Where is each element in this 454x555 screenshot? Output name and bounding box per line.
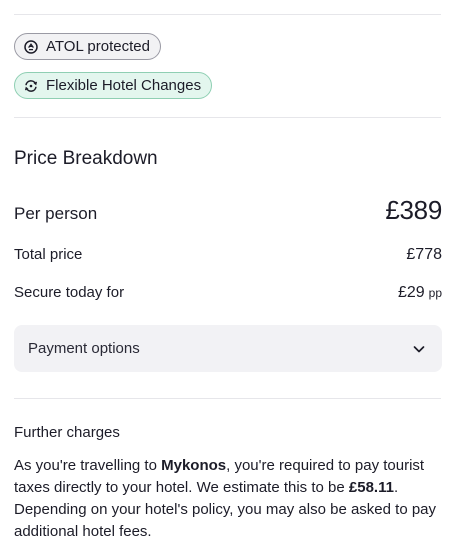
secure-today-suffix: pp: [428, 286, 442, 300]
secure-today-label: Secure today for: [14, 284, 125, 301]
per-person-label: Per person: [14, 204, 98, 223]
further-charges-text: As you're travelling to Mykonos, you're …: [14, 455, 444, 543]
flexible-hotel-badge-label: Flexible Hotel Changes: [46, 77, 202, 94]
price-breakdown-title: Price Breakdown: [14, 148, 158, 169]
chevron-down-icon: [412, 342, 426, 356]
atol-badge-label: ATOL protected: [46, 38, 150, 55]
atol-badge: ATOL protected: [14, 33, 161, 60]
top-divider: [14, 14, 441, 15]
section-divider: [14, 117, 441, 118]
flexible-hotel-badge: Flexible Hotel Changes: [14, 72, 213, 99]
tourist-tax-amount: £58.11: [348, 479, 394, 496]
secure-today-row: Secure today for £29 pp: [14, 284, 442, 302]
further-text-part1: As you're travelling to: [14, 457, 162, 474]
swap-icon: [24, 79, 38, 93]
payment-options-label: Payment options: [28, 340, 140, 357]
destination-name: Mykonos: [161, 457, 227, 474]
payment-options-toggle[interactable]: Payment options: [14, 325, 442, 372]
atol-icon: [24, 39, 38, 54]
total-price-row: Total price £778: [14, 246, 442, 264]
section-divider-2: [14, 398, 441, 399]
secure-today-amount: £29 pp: [398, 284, 442, 302]
per-person-row: Per person £389: [14, 195, 442, 226]
per-person-value: £389: [385, 195, 442, 225]
further-charges-title: Further charges: [14, 424, 120, 441]
total-price-label: Total price: [14, 246, 83, 263]
secure-today-value: £29: [397, 284, 425, 301]
total-price-value: £778: [406, 246, 442, 263]
